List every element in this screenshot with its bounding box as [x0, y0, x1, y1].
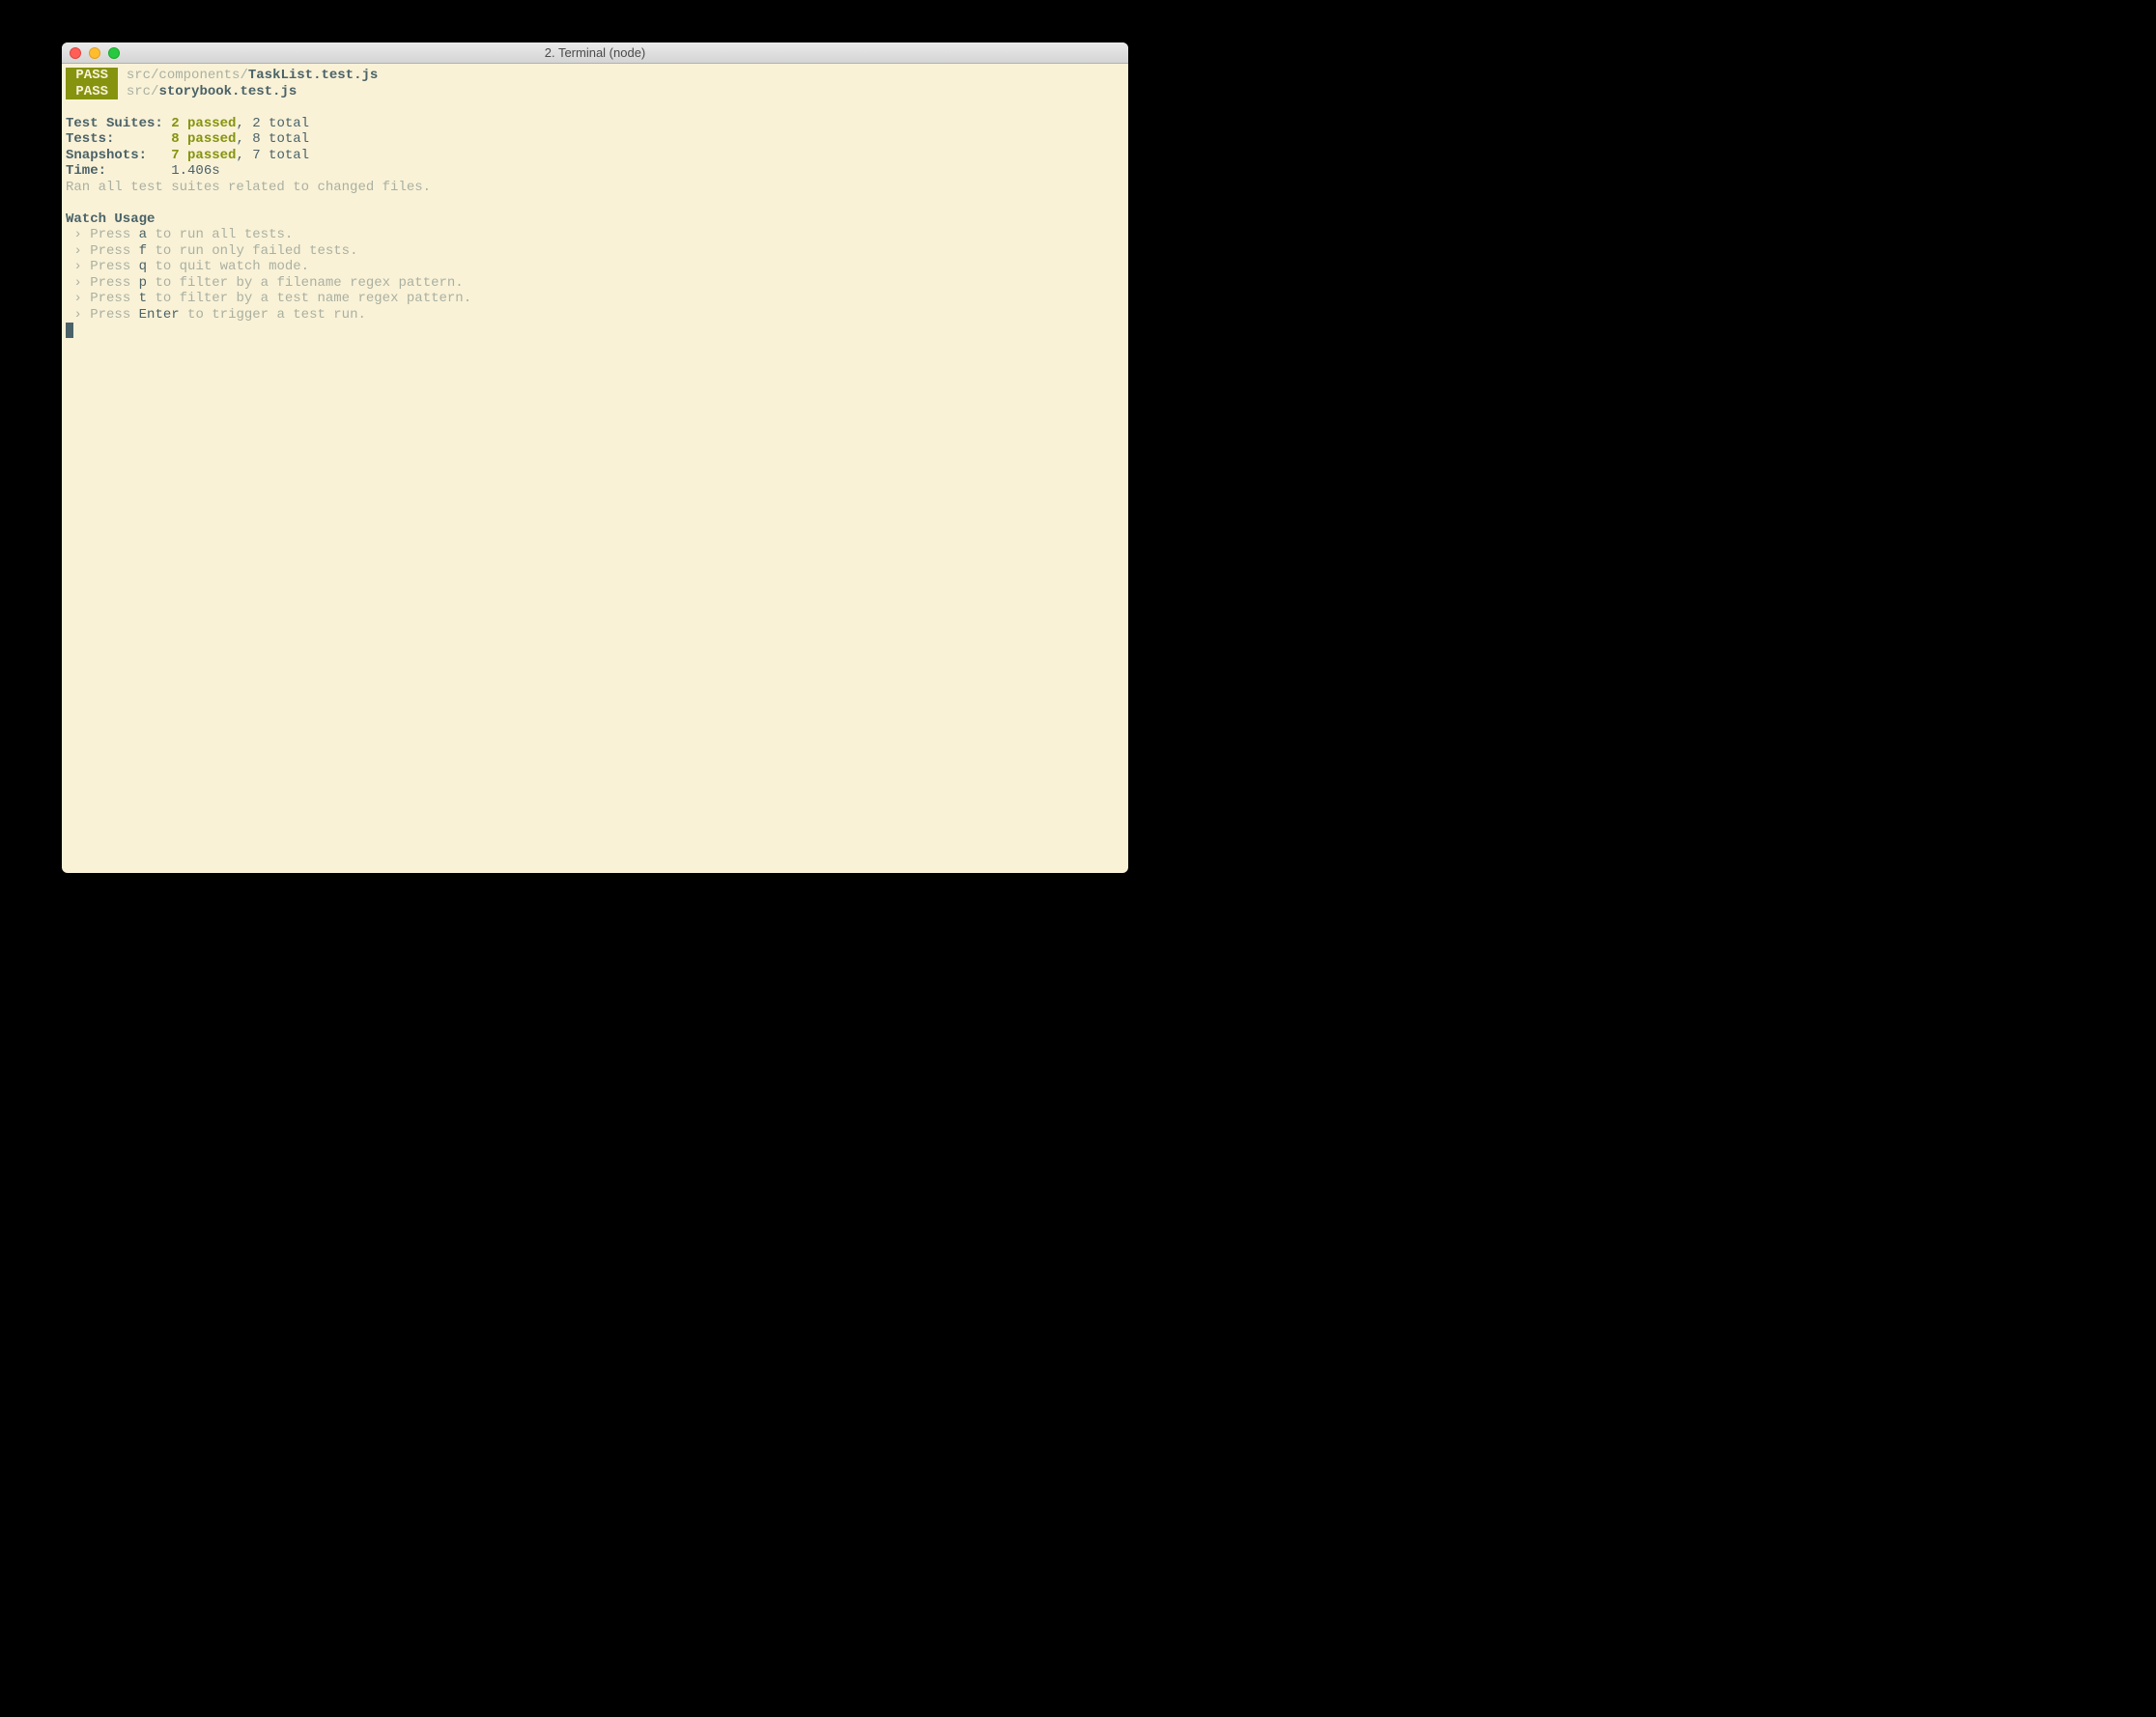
cursor-icon	[66, 323, 73, 338]
watch-desc: to filter by a filename regex pattern.	[147, 275, 464, 291]
titlebar: 2. Terminal (node)	[62, 42, 1128, 64]
press-label: Press	[90, 307, 138, 323]
watch-desc: to run only failed tests.	[147, 243, 357, 259]
summary-label: Snapshots:	[66, 148, 171, 163]
arrow-icon: ›	[66, 291, 90, 306]
summary-total: , 8 total	[236, 131, 309, 147]
summary-passed: 8 passed	[171, 131, 236, 147]
minimize-button[interactable]	[89, 47, 100, 59]
summary-passed: 7 passed	[171, 148, 236, 163]
test-file-line: PASS src/components/TaskList.test.js	[62, 68, 1128, 84]
summary-time: Time: 1.406s	[62, 163, 1128, 180]
watch-desc: to filter by a test name regex pattern.	[147, 291, 471, 306]
watch-heading: Watch Usage	[62, 211, 1128, 228]
watch-item: › Press q to quit watch mode.	[62, 259, 1128, 275]
cursor-line	[62, 323, 1128, 339]
watch-item: › Press a to run all tests.	[62, 227, 1128, 243]
summary-label: Tests:	[66, 131, 171, 147]
watch-key: t	[139, 291, 147, 306]
arrow-icon: ›	[66, 243, 90, 259]
summary-value: 1.406s	[171, 163, 219, 179]
test-file-line: PASS src/storybook.test.js	[62, 84, 1128, 100]
watch-desc: to trigger a test run.	[180, 307, 366, 323]
traffic-lights	[62, 47, 120, 59]
watch-key: Enter	[139, 307, 180, 323]
watch-desc: to run all tests.	[147, 227, 293, 242]
summary-suites: Test Suites: 2 passed, 2 total	[62, 116, 1128, 132]
terminal-window: 2. Terminal (node) PASS src/components/T…	[62, 42, 1128, 873]
watch-key: p	[139, 275, 147, 291]
press-label: Press	[90, 275, 138, 291]
window-title: 2. Terminal (node)	[62, 45, 1128, 60]
blank-line	[62, 99, 1128, 116]
arrow-icon: ›	[66, 227, 90, 242]
press-label: Press	[90, 291, 138, 306]
summary-passed: 2 passed	[171, 116, 236, 131]
watch-item: › Press p to filter by a filename regex …	[62, 275, 1128, 292]
watch-item: › Press Enter to trigger a test run.	[62, 307, 1128, 324]
summary-tests: Tests: 8 passed, 8 total	[62, 131, 1128, 148]
pass-badge: PASS	[66, 68, 118, 84]
summary-snapshots: Snapshots: 7 passed, 7 total	[62, 148, 1128, 164]
summary-label: Time:	[66, 163, 171, 179]
summary-label: Test Suites:	[66, 116, 171, 131]
file-name: storybook.test.js	[158, 84, 297, 99]
watch-key: f	[139, 243, 147, 259]
arrow-icon: ›	[66, 307, 90, 323]
press-label: Press	[90, 259, 138, 274]
watch-desc: to quit watch mode.	[147, 259, 309, 274]
watch-item: › Press t to filter by a test name regex…	[62, 291, 1128, 307]
close-button[interactable]	[70, 47, 81, 59]
watch-key: a	[139, 227, 147, 242]
ran-note: Ran all test suites related to changed f…	[62, 180, 1128, 196]
watch-item: › Press f to run only failed tests.	[62, 243, 1128, 260]
watch-key: q	[139, 259, 147, 274]
press-label: Press	[90, 243, 138, 259]
file-name: TaskList.test.js	[248, 68, 378, 83]
arrow-icon: ›	[66, 275, 90, 291]
file-dir: src/components/	[127, 68, 248, 83]
arrow-icon: ›	[66, 259, 90, 274]
blank-line	[62, 195, 1128, 211]
file-dir: src/	[127, 84, 159, 99]
summary-total: , 7 total	[236, 148, 309, 163]
pass-badge: PASS	[66, 84, 118, 100]
terminal-output[interactable]: PASS src/components/TaskList.test.js PAS…	[62, 64, 1128, 339]
summary-total: , 2 total	[236, 116, 309, 131]
zoom-button[interactable]	[108, 47, 120, 59]
press-label: Press	[90, 227, 138, 242]
